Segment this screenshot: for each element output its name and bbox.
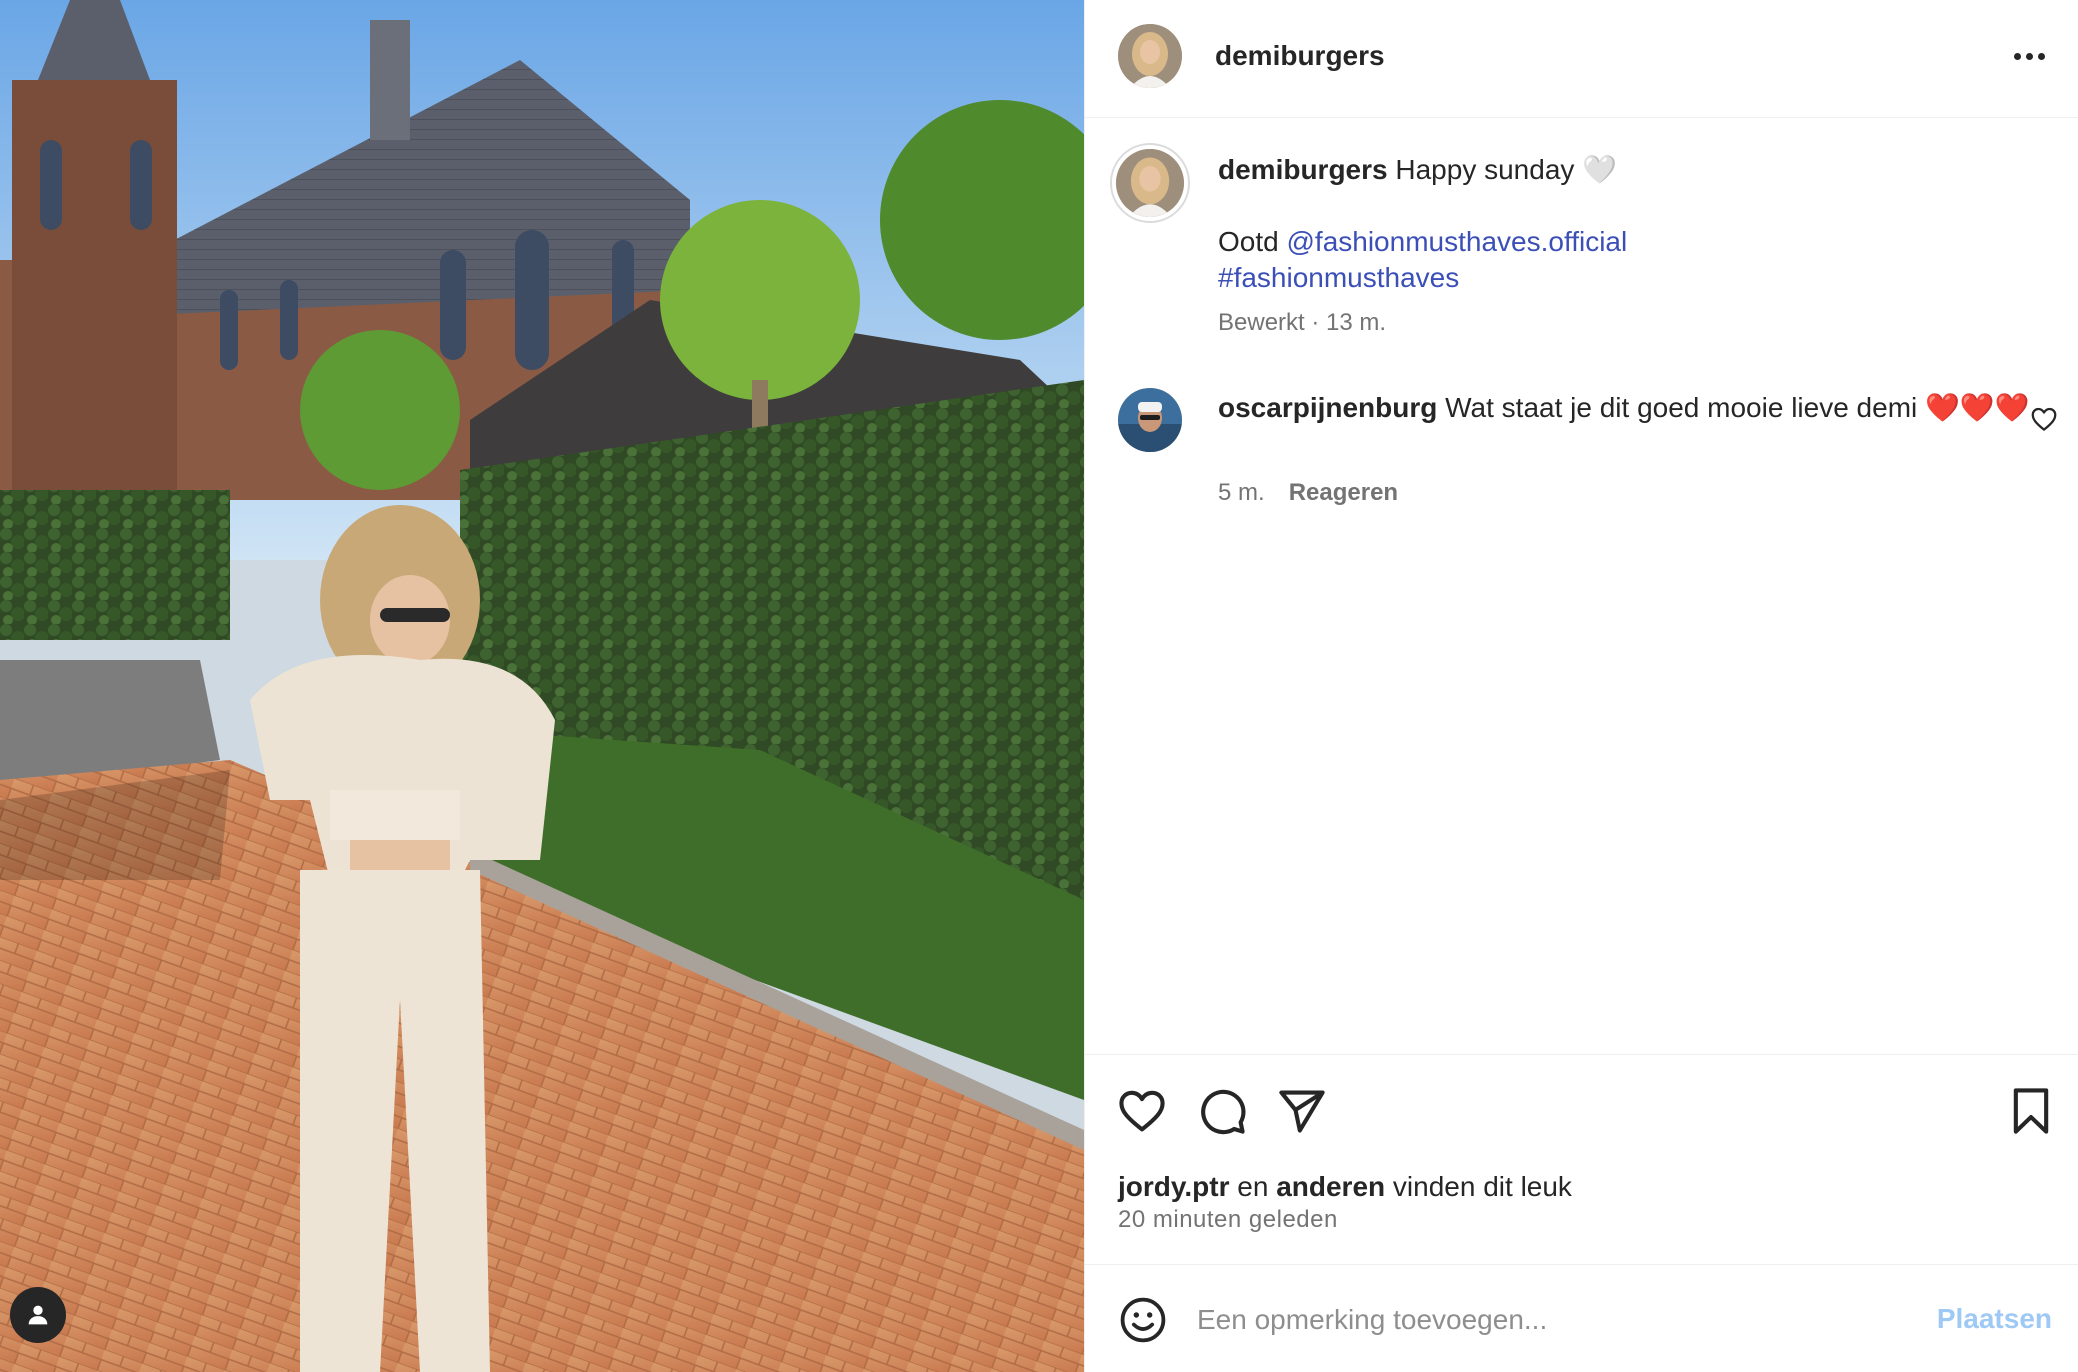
caption-text: Happy sunday 🤍 [1395, 154, 1618, 185]
user-tag-button[interactable] [10, 1287, 66, 1343]
more-horizontal-icon-dot [2025, 52, 2033, 60]
caption-line-2: Ootd @fashionmusthaves.official [1218, 224, 2018, 260]
comment-composer: Plaatsen [1085, 1264, 2078, 1372]
post-actions: jordy.ptr en anderen vinden dit leuk 20 … [1085, 1054, 2078, 1264]
likes-first-user[interactable]: jordy.ptr [1118, 1171, 1229, 1202]
post-sidebar: demiburgers demiburgers Happy sunday 🤍 O… [1084, 0, 2078, 1372]
more-options-button[interactable] [2007, 36, 2051, 76]
heart-icon[interactable] [1116, 1085, 1168, 1137]
paper-plane-icon[interactable] [1276, 1085, 1328, 1137]
author-username[interactable]: demiburgers [1215, 40, 1385, 72]
comment-input[interactable] [1197, 1295, 1897, 1345]
commenter-avatar[interactable] [1118, 388, 1182, 452]
emoji-smile-icon[interactable] [1118, 1295, 1168, 1345]
post-header: demiburgers [1085, 0, 2078, 118]
more-horizontal-icon [2013, 52, 2021, 60]
comment-time: 5 m. [1218, 479, 1265, 506]
commenter-avatar-image [1118, 388, 1182, 452]
caption-avatar-image [1116, 149, 1184, 217]
caption-ootd: Ootd [1218, 226, 1279, 257]
caption-hashtag-link[interactable]: #fashionmusthaves [1218, 262, 1459, 293]
comment-username[interactable]: oscarpijnenburg [1218, 392, 1437, 423]
caption-username[interactable]: demiburgers [1218, 154, 1388, 185]
author-avatar-image [1118, 24, 1182, 88]
photo-scene [0, 0, 1084, 1372]
author-avatar[interactable] [1118, 24, 1182, 88]
comments-list[interactable]: demiburgers Happy sunday 🤍 Ootd @fashion… [1085, 118, 2078, 1054]
caption-avatar [1116, 149, 1184, 217]
comment-bubble-icon[interactable] [1196, 1085, 1248, 1137]
likes-summary: jordy.ptr en anderen vinden dit leuk [1118, 1169, 1572, 1205]
comment-meta: 5 m. Reageren [1218, 478, 1398, 508]
caption-line-1: demiburgers Happy sunday 🤍 [1218, 152, 2018, 188]
comment-like-heart-icon[interactable] [2029, 404, 2059, 434]
caption-mention-link[interactable]: @fashionmusthaves.official [1286, 226, 1627, 257]
post-caption: demiburgers Happy sunday 🤍 Ootd @fashion… [1218, 152, 2018, 296]
post-comment-button[interactable]: Plaatsen [1937, 1303, 2052, 1335]
comment-body: oscarpijnenburg Wat staat je dit goed mo… [1218, 390, 2078, 426]
reply-button[interactable]: Reageren [1289, 478, 1398, 508]
caption-meta: Bewerkt · 13 m. [1218, 309, 1387, 336]
likes-connector: en [1237, 1171, 1269, 1202]
caption-avatar-ring[interactable] [1110, 143, 1190, 223]
post-timestamp[interactable]: 20 minuten geleden [1118, 1205, 1338, 1235]
likes-suffix: vinden dit leuk [1392, 1171, 1572, 1202]
more-horizontal-icon-dot [2037, 52, 2045, 60]
comment-text: Wat staat je dit goed mooie lieve demi ❤… [1445, 392, 2030, 423]
caption-line-3: #fashionmusthaves [1218, 260, 2018, 296]
bookmark-icon[interactable] [2005, 1085, 2057, 1137]
likes-others-link[interactable]: anderen [1276, 1171, 1385, 1202]
post-photo[interactable] [0, 0, 1084, 1372]
user-tag-icon [28, 1305, 48, 1325]
